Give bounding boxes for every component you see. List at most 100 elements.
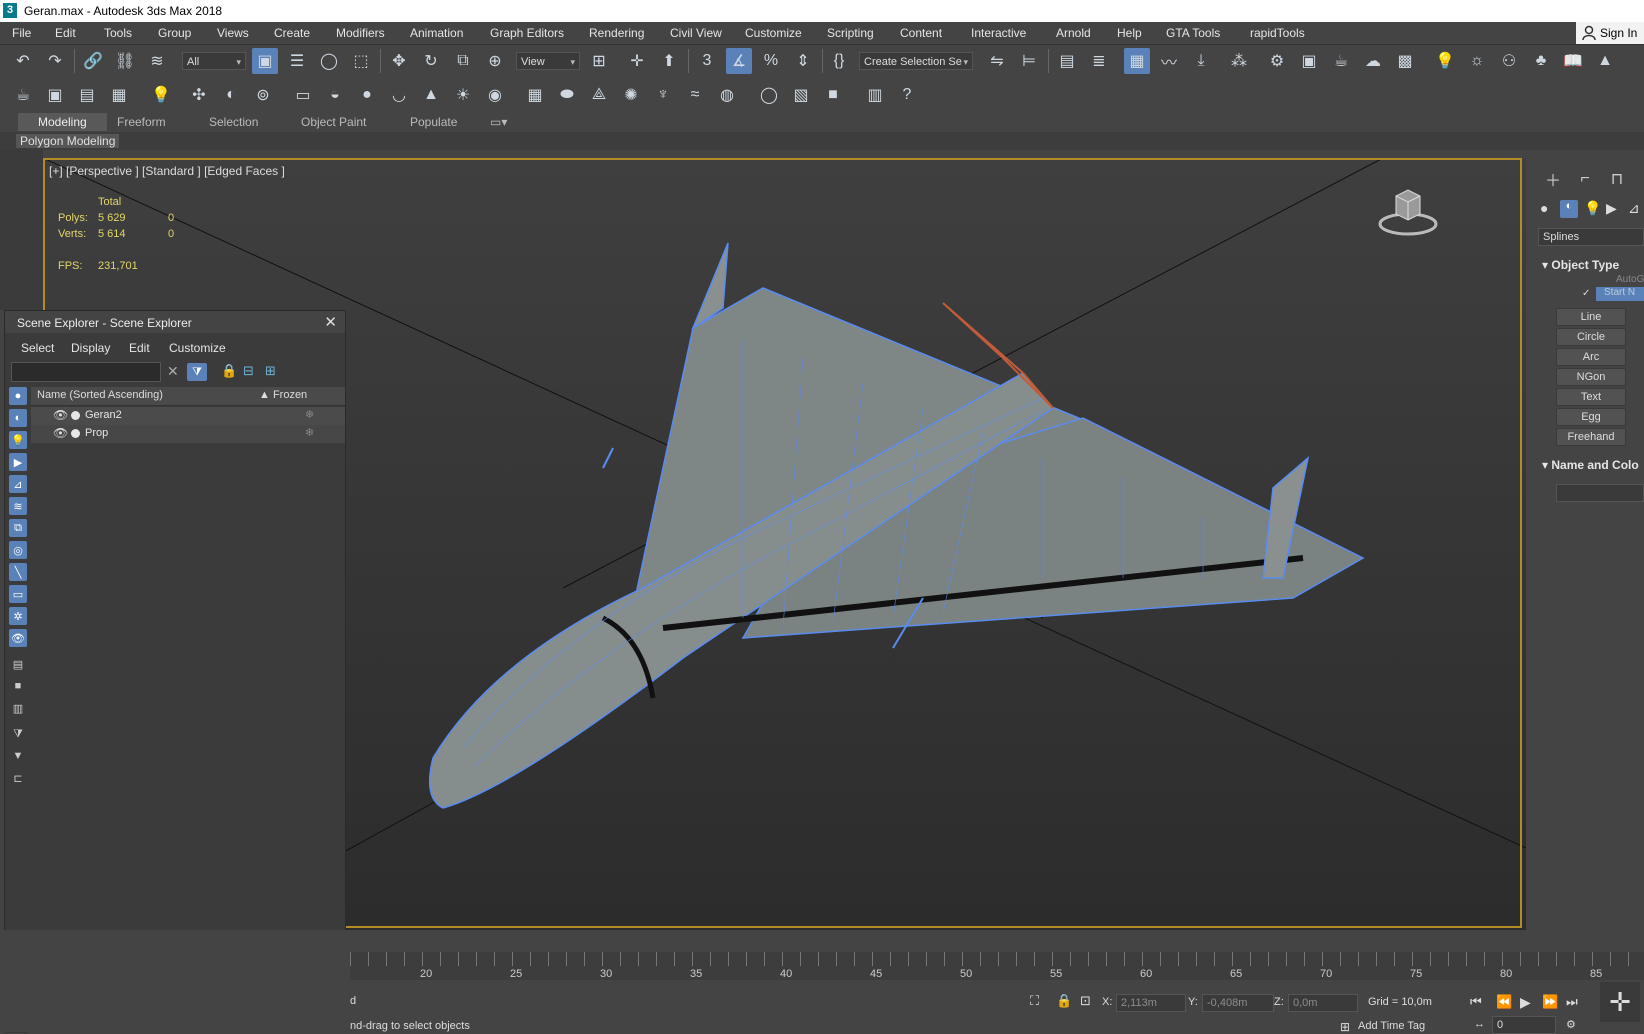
scene-menu-customize[interactable]: Customize — [169, 341, 226, 355]
sphere-primitive-icon[interactable]: ● — [354, 82, 380, 108]
create-tab-icon[interactable]: ＋ — [1542, 168, 1564, 190]
scale-icon[interactable]: ⧉ — [450, 48, 476, 74]
play-icon[interactable]: ▶ — [1520, 994, 1531, 1011]
hierarchy-icon[interactable]: ⊟ — [243, 363, 254, 379]
selection-region-icon[interactable]: ◯ — [316, 48, 342, 74]
redo-icon[interactable]: ↷ — [42, 48, 68, 74]
autogrid-checkbox[interactable]: AutoGrid — [1616, 274, 1644, 285]
name-color-header[interactable]: ▾ Name and Colo — [1542, 458, 1639, 472]
render-image-icon[interactable]: ▣ — [42, 82, 68, 108]
tree-icon[interactable]: ▲ — [1592, 48, 1618, 74]
clipboard-icon[interactable]: ▥ — [862, 82, 888, 108]
sign-in-button[interactable]: Sign In — [1576, 22, 1644, 44]
grid-panel-icon[interactable]: ▦ — [106, 82, 132, 108]
display-groups-icon[interactable]: ⧉ — [9, 519, 27, 537]
scene-explorer-titlebar[interactable]: Scene Explorer - Scene Explorer ✕ — [5, 311, 345, 333]
select-by-name-icon[interactable]: ☰ — [284, 48, 310, 74]
ribbon-tab-selection[interactable]: Selection — [209, 115, 258, 129]
schematic-view-icon[interactable]: ⤓ — [1188, 48, 1214, 74]
go-to-end-icon[interactable]: ⏭ — [1566, 994, 1578, 1010]
column-name-header[interactable]: Name (Sorted Ascending) — [37, 389, 163, 401]
sun-light-icon[interactable]: ☀ — [450, 82, 476, 108]
light-bulb-icon[interactable]: 💡 — [1432, 48, 1458, 74]
scene-menu-select[interactable]: Select — [21, 341, 54, 355]
bind-spacewarp-icon[interactable]: ≋ — [144, 48, 170, 74]
cameras-icon[interactable]: ▶ — [1606, 200, 1617, 217]
max-viewport-toggle-icon[interactable]: ✛ — [1600, 982, 1640, 1022]
start-new-checkmark-icon[interactable]: ✓ — [1582, 288, 1590, 299]
menu-graph-editors[interactable]: Graph Editors — [490, 26, 564, 40]
go-to-start-icon[interactable]: ⏮ — [1470, 994, 1482, 1010]
ribbon-options-icon[interactable]: ▭▾ — [490, 115, 507, 129]
menu-arnold[interactable]: Arnold — [1056, 26, 1091, 40]
crowd-icon[interactable]: ⚇ — [1496, 48, 1522, 74]
time-slider-track[interactable]: 20 25 30 35 40 45 50 55 60 65 70 75 80 8… — [350, 952, 1644, 980]
previous-frame-icon[interactable]: ⏪ — [1496, 994, 1512, 1010]
render-grid-icon[interactable]: ▩ — [1392, 48, 1418, 74]
display-all-icon[interactable]: ▤ — [9, 655, 27, 673]
rotate-icon[interactable]: ↻ — [418, 48, 444, 74]
polygon-modeling-panel[interactable]: Polygon Modeling — [16, 134, 120, 148]
list-panel-icon[interactable]: ▤ — [74, 82, 100, 108]
absolute-mode-icon[interactable]: ⊡ — [1080, 993, 1091, 1009]
isolate-selection-icon[interactable]: ⛶ — [1030, 993, 1039, 1009]
display-lights-icon[interactable]: 💡 — [9, 431, 27, 449]
display-helpers-icon[interactable]: ⊿ — [9, 475, 27, 493]
clear-search-icon[interactable]: ✕ — [167, 363, 179, 380]
ribbon-tab-freeform[interactable]: Freeform — [117, 115, 166, 129]
book-icon[interactable]: 📖 — [1560, 48, 1586, 74]
list-item[interactable]: 👁 Prop ❄ — [31, 425, 345, 443]
scatter-icon[interactable]: ✺ — [618, 82, 644, 108]
start-new-shape-checkbox[interactable]: Start N — [1596, 287, 1644, 301]
lock-icon[interactable]: 🔒 — [221, 363, 237, 379]
egg-button[interactable]: Egg — [1556, 408, 1626, 426]
rendered-frame-window-icon[interactable]: ▣ — [1296, 48, 1322, 74]
ribbon-tab-modeling[interactable]: Modeling — [18, 113, 107, 131]
move-icon[interactable]: ✥ — [386, 48, 412, 74]
menu-help[interactable]: Help — [1117, 26, 1142, 40]
material-sphere-icon[interactable]: ◯ — [756, 82, 782, 108]
current-frame-field[interactable]: 0 — [1492, 1016, 1556, 1034]
filter-icon[interactable]: ▼ — [9, 747, 27, 765]
snaps-toggle-icon[interactable]: 3 — [694, 48, 720, 74]
sound-icon[interactable]: ◐ — [218, 82, 244, 108]
angle-snap-icon[interactable]: ∡ — [726, 48, 752, 74]
menu-file[interactable]: File — [12, 26, 31, 40]
object-name-field[interactable] — [1556, 484, 1644, 502]
freeze-icon[interactable]: ❄ — [305, 408, 314, 421]
text-button[interactable]: Text — [1556, 388, 1626, 406]
named-selection-dropdown[interactable]: Create Selection Se — [859, 52, 973, 71]
time-config-icon[interactable]: ↔ — [1474, 1018, 1485, 1030]
selection-filter-dropdown[interactable]: All — [182, 52, 246, 71]
selection-lock-icon[interactable]: 🔒 — [1056, 993, 1072, 1009]
material-editor-icon[interactable]: ⁂ — [1226, 48, 1252, 74]
render-production-icon[interactable]: ☕ — [1328, 48, 1354, 74]
pill-icon[interactable]: ⬬ — [554, 82, 580, 108]
lights-icon[interactable]: 💡 — [1584, 200, 1601, 217]
next-frame-icon[interactable]: ⏩ — [1542, 994, 1558, 1010]
link-icon[interactable]: 🔗 — [80, 48, 106, 74]
shapes-icon[interactable]: ◐ — [1560, 200, 1578, 218]
reference-coordinate-dropdown[interactable]: View — [516, 52, 580, 71]
window-crossing-icon[interactable]: ⬚ — [348, 48, 374, 74]
add-time-tag-button[interactable]: Add Time Tag — [1358, 1020, 1425, 1032]
percent-snap-icon[interactable]: % — [758, 48, 784, 74]
display-shapes-icon[interactable]: ◐ — [9, 409, 27, 427]
hierarchy-tab-icon[interactable]: ⊓ — [1606, 168, 1628, 190]
menu-rapidtools[interactable]: rapidTools — [1250, 26, 1305, 40]
eye-icon[interactable]: 👁 — [53, 426, 68, 440]
spinner-snap-icon[interactable]: ⇕ — [790, 48, 816, 74]
camera-tools-icon[interactable]: ✣ — [186, 82, 212, 108]
y-coordinate-field[interactable]: -0,408m — [1202, 994, 1274, 1012]
line-button[interactable]: Line — [1556, 308, 1626, 326]
render-cloud-icon[interactable]: ☁ — [1360, 48, 1386, 74]
display-cameras-icon[interactable]: ▶ — [9, 453, 27, 471]
display-containers-icon[interactable]: ▭ — [9, 585, 27, 603]
sun-icon[interactable]: ☼ — [1464, 48, 1490, 74]
container-icon[interactable]: ⊏ — [9, 769, 27, 787]
cone-primitive-icon[interactable]: ▲ — [418, 82, 444, 108]
ribbon-tab-populate[interactable]: Populate — [410, 115, 457, 129]
select-object-icon[interactable]: ▣ — [252, 48, 278, 74]
teapot-icon[interactable]: ☕ — [10, 82, 36, 108]
object-icon[interactable] — [71, 411, 80, 420]
